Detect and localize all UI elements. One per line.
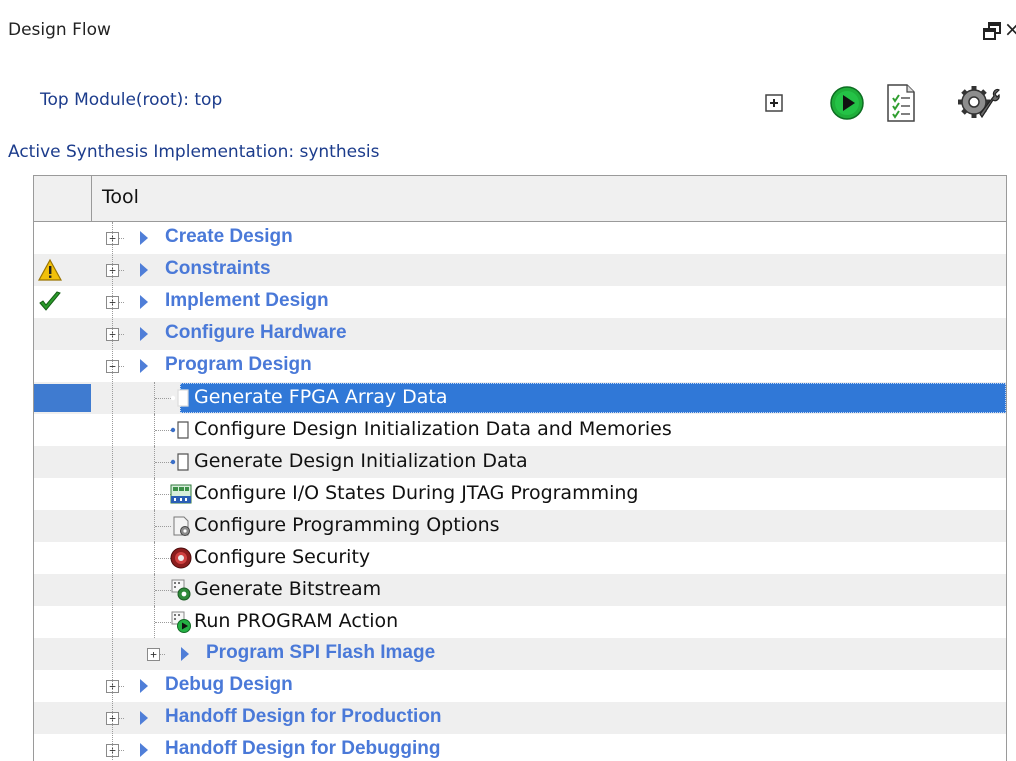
tree-category-row[interactable]: + Constraints [34,254,1006,286]
tree-task-row[interactable]: Generate Bitstream [34,574,1006,606]
io-states-icon [170,483,192,505]
task-label: Configure Programming Options [194,514,500,536]
category-label: Program SPI Flash Image [206,642,436,663]
category-arrow-icon [140,743,148,757]
tree-task-row[interactable]: Configure Design Initialization Data and… [34,414,1006,446]
tree-category-row[interactable]: + Handoff Design for Debugging [34,734,1006,761]
bitstream-icon [170,579,192,601]
report-icon [887,84,915,122]
run-program-icon [170,611,192,633]
programming-options-icon [170,515,192,537]
selection-status-cell [34,384,91,412]
expand-toggle[interactable]: + [147,648,160,661]
document-icon [170,419,192,441]
tree-connector [155,622,171,623]
tree-task-row[interactable]: Generate FPGA Array Data [34,382,1006,414]
options-button[interactable] [950,82,1006,124]
category-label: Configure Hardware [165,322,347,343]
tree-task-row[interactable]: Configure I/O States During JTAG Program… [34,478,1006,510]
run-icon [830,86,864,120]
tree-category-row[interactable]: + Program SPI Flash Image [34,638,1006,670]
category-arrow-icon [140,327,148,341]
task-label: Configure I/O States During JTAG Program… [194,482,639,504]
panel-title: Design Flow [8,20,111,40]
warning-icon [37,258,63,282]
category-arrow-icon [140,711,148,725]
category-arrow-icon [140,263,148,277]
tree-category-row[interactable]: − Program Design [34,350,1006,382]
tree-category-row[interactable]: + Handoff Design for Production [34,702,1006,734]
tree-connector [155,558,171,559]
success-check-icon [38,290,62,314]
category-arrow-icon [140,359,148,373]
task-label: Generate Bitstream [194,578,382,600]
category-label: Handoff Design for Production [165,706,442,727]
tool-tree: + Create Design + Constraints + Implement Des… [34,222,1006,761]
tree-connector [155,430,171,431]
security-icon [170,547,192,569]
tree-category-row[interactable]: + Create Design [34,222,1006,254]
tree-task-row[interactable]: Run PROGRAM Action [34,606,1006,638]
grid-header: Tool [34,176,1006,222]
category-arrow-icon [181,647,189,661]
active-synthesis-label: Active Synthesis Implementation: synthes… [8,142,380,162]
document-icon [170,387,192,409]
tree-category-row[interactable]: + Configure Hardware [34,318,1006,350]
category-arrow-icon [140,295,148,309]
category-label: Program Design [165,354,312,375]
tree-connector [155,398,171,399]
tree-category-row[interactable]: + Debug Design [34,670,1006,702]
tree-task-row[interactable]: Generate Design Initialization Data [34,446,1006,478]
tree-connector [155,590,171,591]
tree-task-row[interactable]: Configure Security [34,542,1006,574]
category-label: Debug Design [165,674,293,695]
close-button[interactable]: × [1004,19,1016,39]
tree-connector [112,222,113,761]
category-arrow-icon [140,231,148,245]
category-label: Handoff Design for Debugging [165,738,441,759]
expand-all-button[interactable] [762,82,786,124]
run-button[interactable] [826,82,868,124]
category-arrow-icon [140,679,148,693]
expand-all-icon [765,94,783,112]
tree-connector [155,494,171,495]
design-flow-grid: Tool + Create Design + Constraints + Implemen… [33,175,1007,761]
status-column-header [34,176,92,221]
tool-column-header: Tool [102,186,139,208]
tree-category-row[interactable]: + Implement Design [34,286,1006,318]
top-module-label: Top Module(root): top [40,90,223,110]
category-label: Implement Design [165,290,329,311]
tree-connector [155,462,171,463]
task-label: Configure Design Initialization Data and… [194,418,672,440]
report-button[interactable] [880,82,922,124]
task-label: Run PROGRAM Action [194,610,399,632]
task-label: Generate FPGA Array Data [194,386,448,408]
float-window-icon[interactable] [982,21,1002,41]
category-label: Create Design [165,226,293,247]
document-icon [170,451,192,473]
options-wrench-icon [958,86,1000,119]
tree-connector [155,526,171,527]
task-label: Configure Security [194,546,371,568]
task-label: Generate Design Initialization Data [194,450,528,472]
tree-task-row[interactable]: Configure Programming Options [34,510,1006,542]
category-label: Constraints [165,258,271,279]
